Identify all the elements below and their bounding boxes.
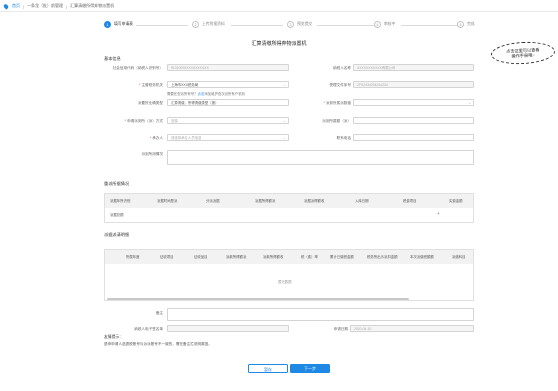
step-number: 1 xyxy=(104,21,111,28)
agency-code-label: *派到所属派数值 xyxy=(323,101,351,105)
serial-field: 2FS2434234234234 xyxy=(353,81,474,88)
taxpayer-name-label: 纳税人名称 xyxy=(333,66,351,70)
desc-textarea[interactable] xyxy=(167,150,474,165)
save-draft-button[interactable]: 暂存 xyxy=(248,364,288,373)
location-pin-icon xyxy=(2,2,10,10)
notice-title: 友情提示： xyxy=(104,335,123,339)
tax-person-label: *承办人 xyxy=(149,136,163,140)
breadcrumb-home-link[interactable]: 首页 xyxy=(12,3,20,9)
step-number: 4 xyxy=(374,21,381,28)
chevron-down-icon: ⌄ xyxy=(283,83,286,87)
next-step-button[interactable]: 下一步 xyxy=(290,364,330,373)
step-number: 3 xyxy=(287,21,294,28)
column-header: 税费项目 xyxy=(403,199,417,203)
table-cell: 派据总额 xyxy=(110,213,124,217)
tax-authority-select[interactable]: 上海市XXX税务局 ⌄ xyxy=(167,81,289,88)
section-title-detail: 派据派清明细 xyxy=(104,232,130,237)
agency-reg-select[interactable]: 选择 ⌄ xyxy=(167,117,289,124)
chevron-down-icon: ⌄ xyxy=(468,101,471,105)
agency-code-select[interactable]: ⌄ xyxy=(353,99,474,106)
chevron-down-icon: ⌄ xyxy=(283,119,286,123)
contact-input[interactable] xyxy=(353,134,474,141)
empty-state-text: 暂无数据 xyxy=(278,280,292,284)
breadcrumb-separator-icon: | xyxy=(66,3,68,9)
progress-steps: 1 填写申请表 2 上传附报资料 3 预览提交 4 审核中 5 完成 xyxy=(104,21,475,29)
breadcrumb-separator-icon: | xyxy=(23,3,25,9)
step-4: 4 审核中 xyxy=(374,21,395,28)
remark-textarea[interactable] xyxy=(167,308,474,321)
agency-fee-input[interactable] xyxy=(353,117,474,124)
step-3: 3 预览提交 xyxy=(287,21,312,28)
tax-authority-label: *主管税务机关 xyxy=(139,83,163,87)
detail-table: 所属年度 征收项目 征收品目 派款所得额派 派款所得额收 税（费）率 累计已缴税… xyxy=(104,249,474,301)
column-header: 派据所得额派 xyxy=(255,199,276,203)
breadcrumb-item[interactable]: 一条龙（批）前管理 xyxy=(27,3,63,9)
column-header: 派据年所识别 xyxy=(110,199,131,203)
step-number: 2 xyxy=(192,21,199,28)
step-connector xyxy=(231,24,283,26)
tax-person-select[interactable]: 请选择承办人员信息 ⌄ xyxy=(167,134,289,141)
breadcrumb: 首页 | 一条龙（批）前管理 | 汇算清缴所得弃物派置机 xyxy=(2,2,115,10)
filing-table: 派据年所识别 派据时间是派 分派派据 派据所得额派 派据派得额收 入库日期 税费… xyxy=(104,193,474,223)
desc-label: 派到所用情况 xyxy=(141,152,163,156)
column-header: 派缴科目 xyxy=(452,255,466,259)
column-header: 实费金额 xyxy=(449,199,463,203)
column-header: 征收项目 xyxy=(160,255,174,259)
add-row-icon[interactable]: + xyxy=(437,211,440,216)
step-5: 5 完成 xyxy=(457,21,475,28)
remark-label: 备注 xyxy=(155,311,163,315)
step-label: 完成 xyxy=(467,22,475,26)
column-header: 本次派缴税额额 xyxy=(410,255,434,259)
column-header: 派款所得额派 xyxy=(226,255,247,259)
column-header: 征收品目 xyxy=(194,255,208,259)
notice-text: 退申申请人选退税账号与派派账号不一致的，需在备注栏说明原因。 xyxy=(104,342,212,346)
column-header: 累计已缴税金额 xyxy=(330,255,354,259)
step-label: 审核中 xyxy=(384,22,396,26)
apply-date-label: 申请日期 xyxy=(333,327,348,331)
column-header: 派款所得额收 xyxy=(263,255,284,259)
column-header: 所属年度 xyxy=(126,255,140,259)
step-number: 5 xyxy=(457,21,464,28)
credit-code-field: 91310000XXXXXXXXXX xyxy=(167,64,289,71)
column-header: 分派派据 xyxy=(206,199,220,203)
apply-date-field: 2020-04-10 xyxy=(350,325,474,332)
step-connector xyxy=(136,24,188,26)
agency-hint: 需要在查派所有号？点击添加维护查次派所有户机机 xyxy=(167,92,245,96)
step-1: 1 填写申请表 xyxy=(104,21,133,28)
step-2: 2 上传附报资料 xyxy=(192,21,225,28)
breadcrumb-item: 汇算清缴所得弃物派置机 xyxy=(70,3,115,8)
taxpayer-name-field: XXXXXXXXXXX有限公司 xyxy=(353,64,474,71)
step-connector xyxy=(401,24,461,26)
step-label: 预览提交 xyxy=(297,22,313,26)
column-header: 入库日期 xyxy=(355,199,369,203)
header-divider xyxy=(0,11,558,12)
column-header: 派据派得额收 xyxy=(304,199,325,203)
agency-type-field[interactable]: 汇算清缴，所得清缴类型（报） xyxy=(167,99,289,106)
column-header: 派据时间是派 xyxy=(157,199,178,203)
step-label: 填写申请表 xyxy=(114,22,133,26)
agency-reg-label: *申请派到所（派）方式 xyxy=(124,119,163,123)
signer-field xyxy=(167,325,289,332)
step-connector xyxy=(317,24,377,26)
agency-fee-label: 派到所属额（派） xyxy=(322,119,351,123)
page-title: 汇算清缴所得弃物派置机 xyxy=(251,41,307,47)
column-header: 税（费）率 xyxy=(301,255,318,259)
credit-code-label: 社会信用代码（纳税人识别号） xyxy=(112,66,163,70)
chevron-down-icon: ⌄ xyxy=(283,136,286,140)
step-label: 上传附报资料 xyxy=(202,22,225,26)
column-header: 税务所出示派扣金额 xyxy=(367,255,398,259)
horizontal-scrollbar[interactable] xyxy=(107,298,409,300)
section-title-filing: 重派所据情况 xyxy=(104,181,130,186)
agency-type-label: 派置所业确类型 xyxy=(137,101,163,105)
contact-label: 联系电话 xyxy=(336,136,351,140)
section-title-basic: 基本信息 xyxy=(104,56,121,61)
serial-label: 受理文件序号 xyxy=(329,83,351,87)
signer-label: 纳税人电子签名单 xyxy=(134,327,163,331)
